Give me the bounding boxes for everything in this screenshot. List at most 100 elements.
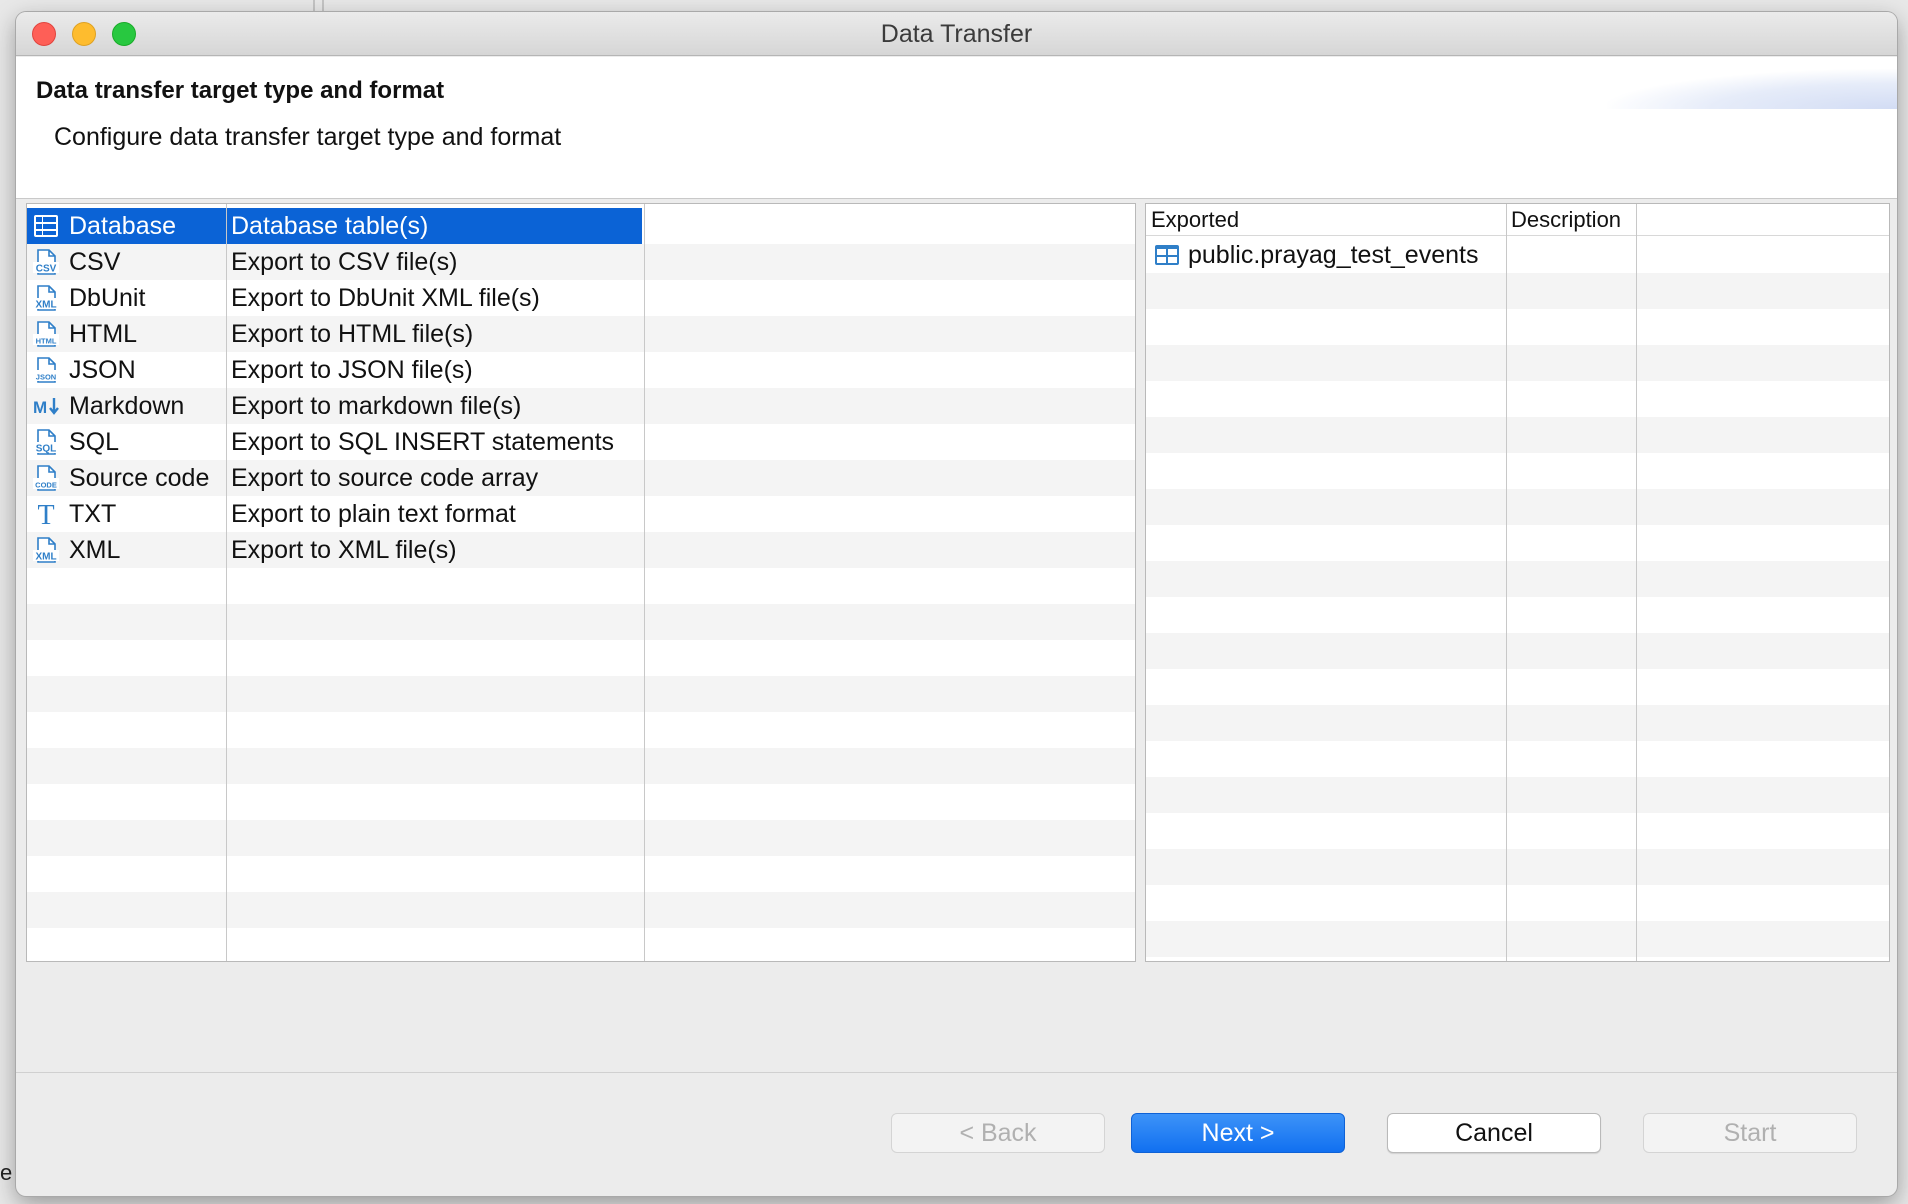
svg-text:SQL: SQL [36, 444, 57, 455]
empty-row [1146, 705, 1889, 741]
svg-text:HTML: HTML [36, 337, 57, 346]
empty-row [27, 784, 1135, 820]
format-row-source-code[interactable]: CODE Source code Export to source code arr… [27, 460, 1135, 496]
format-name: Source code [69, 464, 210, 492]
footer-divider [16, 1072, 1897, 1073]
empty-row [1146, 345, 1889, 381]
format-description: Export to DbUnit XML file(s) [231, 284, 540, 312]
empty-row [1146, 957, 1889, 961]
title-bar: Data Transfer [16, 12, 1897, 56]
empty-row [1146, 921, 1889, 957]
cancel-button[interactable]: Cancel [1387, 1113, 1601, 1153]
format-row-xml[interactable]: XML XML Export to XML file(s) [27, 532, 1135, 568]
start-button[interactable]: Start [1643, 1113, 1857, 1153]
format-row-sql[interactable]: SQL SQL Export to SQL INSERT statements [27, 424, 1135, 460]
empty-row [1146, 561, 1889, 597]
empty-row [1146, 453, 1889, 489]
format-row-markdown[interactable]: M Markdown Export to markdown file(s) [27, 388, 1135, 424]
text-icon: T [33, 501, 59, 527]
background-text-fragment: e [0, 1160, 13, 1185]
format-description: Database table(s) [231, 212, 429, 240]
empty-row [1146, 525, 1889, 561]
table-header: Exported Description [1146, 204, 1889, 236]
xml-file-icon: XML [33, 285, 59, 311]
xml-file-icon: XML [33, 537, 59, 563]
format-name: JSON [69, 356, 136, 384]
window-title: Data Transfer [880, 20, 1033, 48]
column-divider [1506, 204, 1507, 961]
format-row-html[interactable]: HTML HTML Export to HTML file(s) [27, 316, 1135, 352]
exported-row[interactable]: public.prayag_test_events [1146, 237, 1889, 273]
empty-row [27, 712, 1135, 748]
page-subtitle: Configure data transfer target type and … [54, 123, 562, 151]
empty-row [27, 892, 1135, 928]
empty-row [1146, 741, 1889, 777]
empty-row [1146, 669, 1889, 705]
page-title: Data transfer target type and format [36, 77, 445, 104]
table-icon [1154, 242, 1180, 268]
column-divider [226, 204, 227, 961]
format-name: CSV [69, 248, 121, 276]
header-banner-graphic [1607, 69, 1897, 109]
format-description: Export to XML file(s) [231, 536, 457, 564]
exported-objects-table[interactable]: public.prayag_test_events Exported Descr… [1145, 203, 1890, 962]
csv-file-icon: CSV [33, 249, 59, 275]
empty-row [1146, 309, 1889, 345]
next-button[interactable]: Next > [1131, 1113, 1345, 1153]
format-list-table[interactable]: XML XML Export to XML file(s) T TXT Export to… [26, 203, 1136, 962]
format-name: DbUnit [69, 284, 146, 312]
back-button[interactable]: < Back [891, 1113, 1105, 1153]
code-file-icon: CODE [33, 465, 59, 491]
svg-text:M: M [33, 398, 47, 417]
empty-row [27, 604, 1135, 640]
empty-row [1146, 885, 1889, 921]
empty-row [1146, 417, 1889, 453]
svg-text:XML: XML [35, 300, 56, 311]
empty-row [1146, 633, 1889, 669]
svg-text:JSON: JSON [36, 373, 56, 382]
empty-row [1146, 813, 1889, 849]
empty-row [27, 676, 1135, 712]
exported-object-description [1512, 237, 1632, 273]
empty-row [1146, 849, 1889, 885]
svg-text:CSV: CSV [36, 264, 57, 275]
empty-row [1146, 273, 1889, 309]
format-row-txt[interactable]: T TXT Export to plain text format [27, 496, 1135, 532]
format-name: TXT [69, 500, 117, 528]
format-row-json[interactable]: JSON JSON Export to JSON file(s) [27, 352, 1135, 388]
database-icon [33, 213, 59, 239]
wizard-header: Data transfer target type and format Con… [16, 57, 1897, 199]
format-row-dbunit[interactable]: XML DbUnit Export to DbUnit XML file(s) [27, 280, 1135, 316]
data-transfer-dialog: Data Transfer Data transfer target type … [16, 12, 1897, 1196]
window-edge-grip [1889, 757, 1897, 817]
format-name: SQL [69, 428, 120, 456]
empty-row [27, 820, 1135, 856]
format-row-csv[interactable]: CSV CSV Export to CSV file(s) [27, 244, 1135, 280]
format-name: HTML [69, 320, 138, 348]
empty-row [27, 928, 1135, 961]
empty-row [1146, 597, 1889, 633]
empty-row [1146, 489, 1889, 525]
format-description: Export to plain text format [231, 500, 516, 528]
sql-file-icon: SQL [33, 429, 59, 455]
empty-row [1146, 381, 1889, 417]
empty-row [27, 568, 1135, 604]
empty-row [27, 748, 1135, 784]
column-header-exported[interactable]: Exported [1151, 204, 1239, 236]
column-header-description[interactable]: Description [1511, 204, 1621, 236]
column-divider [644, 204, 645, 961]
empty-row [27, 856, 1135, 892]
format-description: Export to HTML file(s) [231, 320, 474, 348]
format-name: XML [69, 536, 121, 564]
markdown-icon: M [33, 393, 59, 419]
svg-text:CODE: CODE [35, 481, 57, 490]
svg-text:XML: XML [35, 552, 56, 563]
empty-row [27, 640, 1135, 676]
format-row-database[interactable]: Database Database table(s) [27, 208, 642, 244]
format-name: Database [69, 212, 177, 240]
format-name: Markdown [69, 392, 185, 420]
format-description: Export to JSON file(s) [231, 356, 473, 384]
html-file-icon: HTML [33, 321, 59, 347]
empty-row [1146, 777, 1889, 813]
format-description: Export to markdown file(s) [231, 392, 522, 420]
